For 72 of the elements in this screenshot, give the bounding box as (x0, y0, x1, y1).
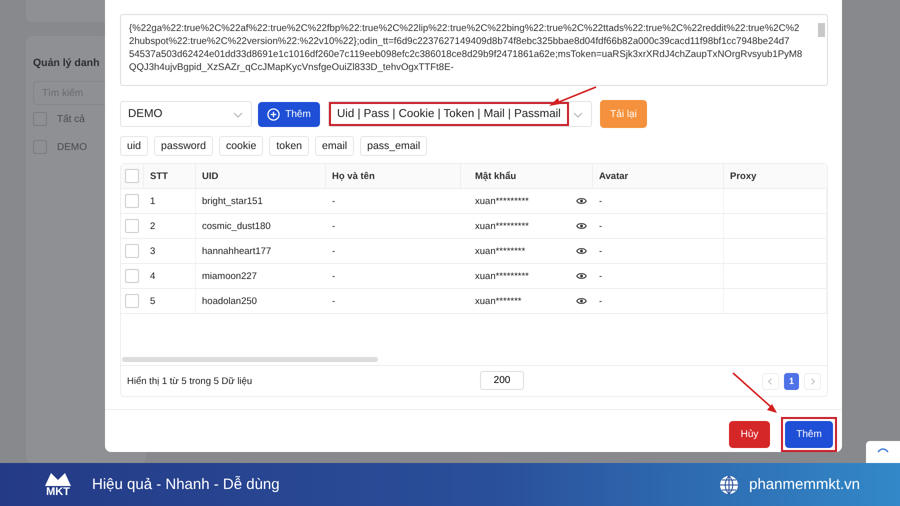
cancel-button[interactable]: Hủy (729, 421, 770, 448)
table-cell: hoadolan250 (202, 296, 257, 306)
eye-icon[interactable] (576, 297, 587, 305)
arrow (732, 372, 778, 414)
field-chip[interactable]: token (269, 136, 310, 156)
table-cell: bright_star151 (202, 196, 263, 206)
table-cell: xuan******** (475, 246, 526, 256)
eye-icon[interactable] (576, 247, 587, 255)
table-cell: 1 (150, 196, 156, 206)
chevron-down-icon[interactable] (233, 112, 243, 118)
chevron-down-icon[interactable] (573, 112, 583, 118)
field-chip[interactable]: uid (120, 136, 148, 156)
add-button[interactable]: Thêm (258, 102, 320, 126)
table-cell: xuan********* (475, 196, 529, 206)
eye-icon[interactable] (576, 197, 587, 205)
column-header: Proxy (730, 170, 756, 182)
table-cell: hannahheart177 (202, 246, 272, 256)
table-cell: cosmic_dust180 (202, 220, 271, 232)
record-summary: Hiển thị 1 từ 5 trong 5 Dữ liệu (127, 376, 252, 386)
table-cell: - (332, 196, 336, 206)
table-cell: - (599, 296, 602, 306)
column-header: Họ và tên (332, 170, 375, 182)
table-cell: - (599, 196, 602, 206)
table-cell: 2 (150, 220, 156, 232)
previous-page-icon[interactable] (762, 372, 779, 390)
table-cell: 5 (150, 296, 156, 306)
column-header: UID (202, 170, 218, 182)
field-chip[interactable]: pass_email (360, 136, 428, 156)
format-select[interactable]: Uid | Pass | Cookie | Token | Mail | Passmail (328, 101, 592, 127)
column-header: Avatar (599, 170, 628, 182)
table-cell: - (332, 270, 336, 282)
scrollbar[interactable] (122, 357, 378, 362)
slogan: Hiệu quả - Nhanh - Dễ dùng (92, 476, 280, 493)
table-cell: - (599, 246, 602, 256)
field-chip[interactable]: email (315, 136, 354, 156)
table-cell: 3 (150, 246, 156, 256)
table-cell: xuan********* (475, 220, 529, 232)
table-cell: miamoon227 (202, 270, 257, 282)
page-size-field[interactable]: 200 (480, 371, 524, 390)
cookie-textarea[interactable]: {%22ga%22:true%2C%22af%22:true%2C%22fbp%22:true%2C%22lip%22:true%2C%22bing%22:true%2C%22ttads%22:true%2C%22reddit%22:true%2C%2 2hubspot%22:true%2C%22version%22:%22v10%22};odin_tt=f6d9c2237627149409d8b74f8ebc325bbae8d04fdf66b82a000c39cacd11f98bf1cc7948be24d7 54537a503d62424e01dd33d8691e1c1016df260e7c119eeb098efc2c386018ce8d29b9f2471861a62e;msToken=uaRSjk3xrXRdJ4chZaupTxNOrgRvsyub1PyM8 QQJ3h4ujvBgpid_XzSAZr_qCcJMapKycVnsfgeOuiZl833D_tehvOgxTTFt8E- (120, 14, 828, 86)
row-checkbox[interactable] (125, 294, 139, 308)
field-chip[interactable]: password (154, 136, 213, 156)
table-cell: - (332, 246, 336, 256)
next-page-icon[interactable] (804, 372, 821, 390)
group-label: DEMO (57, 142, 87, 152)
plus-icon (267, 108, 280, 120)
table-cell: 4 (150, 270, 156, 282)
select-all-checkbox[interactable] (125, 169, 139, 183)
table-cell: - (332, 220, 336, 232)
eye-icon[interactable] (576, 272, 587, 280)
column-header: Mật khẩu (475, 170, 516, 182)
group-label: Tất cả (57, 114, 85, 124)
page-button[interactable]: 1 (784, 372, 799, 390)
submit-button[interactable]: Thêm (785, 421, 833, 448)
group-select[interactable]: DEMO (120, 101, 252, 127)
row-checkbox[interactable] (125, 219, 139, 233)
website-link[interactable]: phanmemmkt.vn (749, 476, 860, 493)
table-cell: - (599, 220, 602, 232)
row-checkbox[interactable] (125, 194, 139, 208)
table-cell: xuan******* (475, 296, 522, 306)
globe-icon (719, 474, 740, 494)
table-cell: xuan********* (475, 270, 529, 282)
logo: MKT (38, 471, 78, 498)
arrow (548, 86, 598, 108)
eye-icon[interactable] (576, 222, 587, 230)
column-header: STT (150, 170, 168, 182)
field-chip[interactable]: cookie (218, 136, 264, 156)
table-cell: - (599, 270, 602, 282)
table-cell: - (332, 296, 336, 306)
row-checkbox[interactable] (125, 269, 139, 283)
row-checkbox[interactable] (125, 244, 139, 258)
chat-widget-icon[interactable] (866, 441, 900, 463)
